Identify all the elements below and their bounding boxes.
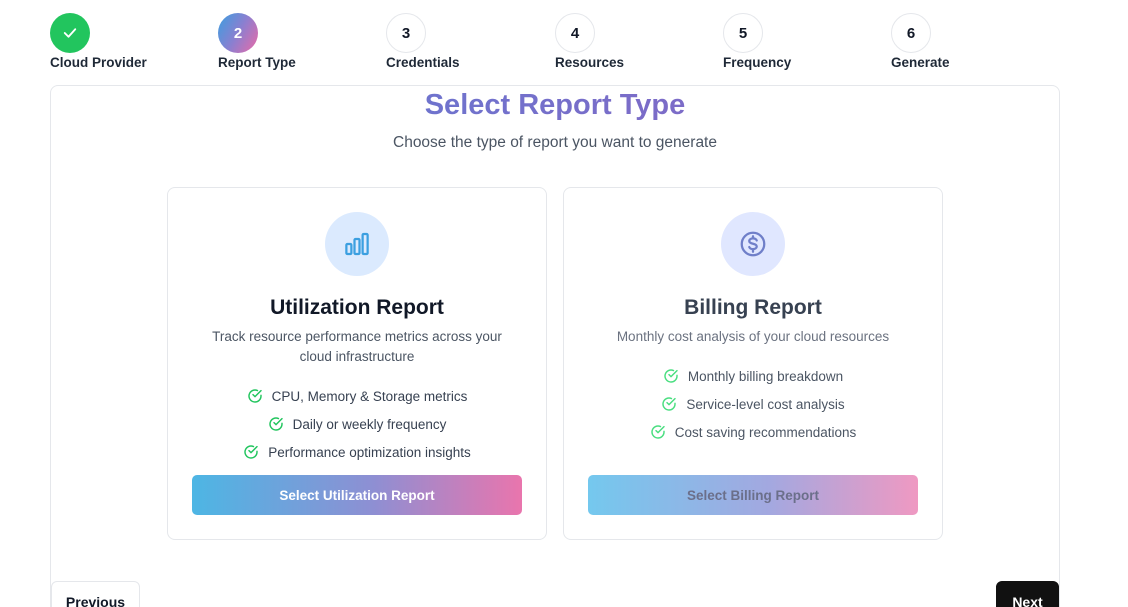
card-description: Track resource performance metrics acros… — [212, 329, 502, 364]
feature-item: Monthly billing breakdown — [564, 362, 942, 390]
progress-stepper: Cloud Provider 2 Report Type 3 Credentia… — [0, 13, 1128, 73]
feature-text: Cost saving recommendations — [674, 424, 857, 440]
step-frequency[interactable]: 5 Frequency — [723, 13, 791, 70]
check-circle-icon — [650, 424, 666, 440]
feature-item: Cost saving recommendations — [564, 418, 942, 446]
check-circle-icon — [268, 416, 284, 432]
step-number: 5 — [723, 13, 763, 53]
check-circle-icon — [243, 444, 259, 460]
card-title: Billing Report — [684, 296, 822, 319]
step-number: 6 — [891, 13, 931, 53]
page-title: Select Report Type — [51, 89, 1059, 122]
step-report-type[interactable]: 2 Report Type — [218, 13, 296, 70]
step-cloud-provider[interactable]: Cloud Provider — [50, 13, 147, 70]
step-completed-circle — [50, 13, 90, 53]
card-title: Utilization Report — [270, 296, 444, 319]
step-label: Frequency — [723, 55, 792, 70]
billing-icon-badge — [721, 212, 785, 276]
step-number: 3 — [386, 13, 426, 53]
feature-list: CPU, Memory & Storage metrics Daily or w… — [168, 382, 546, 466]
check-circle-icon — [663, 368, 679, 384]
step-number: 4 — [555, 13, 595, 53]
feature-item: Performance optimization insights — [168, 438, 546, 466]
step-credentials[interactable]: 3 Credentials — [386, 13, 460, 70]
select-utilization-report-button[interactable]: Select Utilization Report — [192, 475, 522, 515]
utilization-icon-badge — [325, 212, 389, 276]
utilization-report-card[interactable]: Utilization Report Track resource perfor… — [167, 187, 547, 540]
step-label: Credentials — [386, 55, 460, 70]
feature-item: Service-level cost analysis — [564, 390, 942, 418]
bar-chart-icon — [345, 232, 369, 256]
previous-button[interactable]: Previous — [51, 581, 140, 607]
next-button[interactable]: Next — [996, 581, 1059, 607]
step-resources[interactable]: 4 Resources — [555, 13, 624, 70]
feature-text: Monthly billing breakdown — [687, 368, 844, 384]
billing-report-card[interactable]: Billing Report Monthly cost analysis of … — [563, 187, 943, 540]
step-label: Report Type — [218, 55, 296, 70]
page-subtitle: Choose the type of report you want to ge… — [393, 134, 717, 151]
card-description: Monthly cost analysis of your cloud reso… — [616, 329, 890, 344]
step-label: Generate — [891, 55, 950, 70]
feature-list: Monthly billing breakdown Service-level … — [564, 362, 942, 446]
report-type-panel: Select Report Type Choose the type of re… — [50, 85, 1060, 607]
select-billing-report-button[interactable]: Select Billing Report — [588, 475, 918, 515]
feature-item: CPU, Memory & Storage metrics — [168, 382, 546, 410]
check-circle-icon — [661, 396, 677, 412]
check-icon — [63, 28, 77, 38]
dollar-icon — [740, 231, 766, 257]
step-label: Resources — [555, 55, 625, 70]
feature-text: Service-level cost analysis — [686, 396, 845, 412]
step-generate[interactable]: 6 Generate — [891, 13, 950, 70]
step-label: Cloud Provider — [50, 55, 147, 70]
step-number: 2 — [218, 13, 258, 53]
feature-text: Performance optimization insights — [268, 444, 471, 460]
feature-text: Daily or weekly frequency — [292, 416, 447, 432]
feature-text: CPU, Memory & Storage metrics — [271, 388, 468, 404]
check-circle-icon — [247, 388, 263, 404]
feature-item: Daily or weekly frequency — [168, 410, 546, 438]
